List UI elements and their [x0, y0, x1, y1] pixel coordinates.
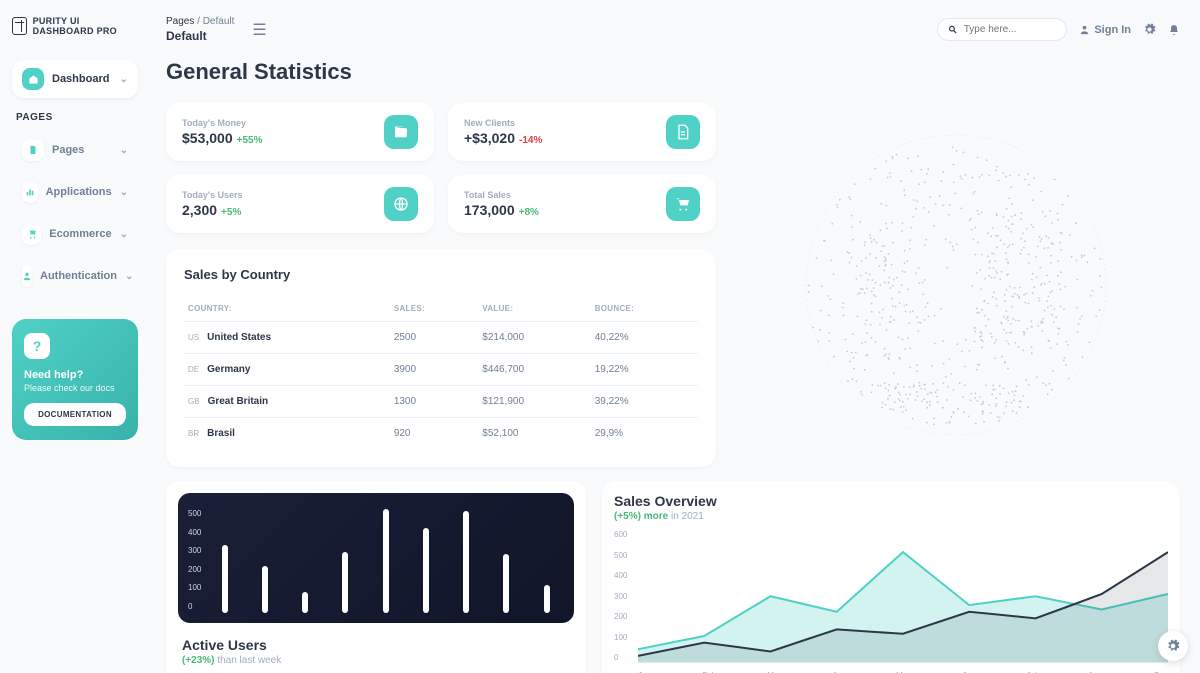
stat-card: Total Sales 173,000 +8%: [448, 175, 716, 233]
chart-icon: [22, 181, 38, 203]
stat-delta: +5%: [221, 207, 241, 218]
chart-bar: [544, 585, 550, 613]
document-icon: [22, 139, 44, 161]
chart-bar: [222, 545, 228, 613]
stat-delta: +8%: [519, 207, 539, 218]
brand-logo[interactable]: PURITY UI DASHBOARD PRO: [12, 16, 138, 36]
brand-name: PURITY UI DASHBOARD PRO: [33, 16, 138, 36]
cart-icon: [22, 223, 41, 245]
nav-pages-label: Pages: [52, 144, 84, 156]
table-header: SALES:: [390, 296, 478, 322]
sidebar-section-pages: PAGES: [16, 112, 138, 123]
stat-card: Today's Money $53,000 +55%: [166, 103, 434, 161]
chevron-down-icon: ⌄: [120, 74, 128, 85]
stat-card: Today's Users 2,300 +5%: [166, 175, 434, 233]
globe-icon: [384, 187, 418, 221]
stat-value: 173,000: [464, 202, 515, 218]
nav-authentication[interactable]: Authentication ⌄: [12, 257, 138, 295]
signin-label: Sign In: [1094, 24, 1131, 36]
settings-fab[interactable]: [1158, 631, 1188, 661]
main-content: Pages / Default Default ☰ Sign In: [150, 0, 1200, 673]
breadcrumb-root[interactable]: Pages: [166, 16, 194, 27]
stat-label: Today's Users: [182, 190, 243, 200]
chart-bar: [302, 592, 308, 613]
active-users-bar-chart: 5004003002001000: [178, 493, 574, 623]
home-icon: [22, 68, 44, 90]
stat-delta: +55%: [237, 135, 263, 146]
globe-icon: [796, 125, 1116, 445]
settings-icon[interactable]: [1143, 23, 1156, 36]
chevron-down-icon: ⌄: [120, 145, 128, 156]
stat-card: New Clients +$3,020 -14%: [448, 103, 716, 161]
stat-value: 2,300: [182, 202, 217, 218]
stat-label: Today's Money: [182, 118, 262, 128]
sales-overview-subtitle: (+5%) more in 2021: [614, 511, 1168, 522]
table-header: BOUNCE:: [591, 296, 698, 322]
nav-dashboard-label: Dashboard: [52, 73, 109, 85]
sales-overview-title: Sales Overview: [614, 493, 1168, 509]
globe-visualization: [732, 103, 1180, 467]
user-icon: [22, 265, 32, 287]
active-users-card: 5004003002001000 Active Users (+23%) tha…: [166, 481, 586, 673]
chevron-down-icon: ⌄: [125, 271, 133, 282]
search-icon: [948, 24, 957, 35]
wallet-icon: [384, 115, 418, 149]
breadcrumb: Pages / Default: [166, 16, 234, 27]
chevron-down-icon: ⌄: [120, 187, 128, 198]
stats-grid: Today's Money $53,000 +55% New Clients +$…: [166, 103, 716, 233]
nav-authentication-label: Authentication: [40, 270, 117, 282]
user-icon: [1079, 24, 1090, 35]
signin-link[interactable]: Sign In: [1079, 24, 1131, 36]
documentation-button[interactable]: DOCUMENTATION: [24, 403, 126, 426]
stat-value: +$3,020: [464, 130, 515, 146]
nav-ecommerce[interactable]: Ecommerce ⌄: [12, 215, 138, 253]
breadcrumb-title: Default: [166, 29, 234, 43]
chart-bar: [423, 528, 429, 613]
sidebar: PURITY UI DASHBOARD PRO Dashboard ⌄ PAGE…: [0, 0, 150, 673]
question-icon: ?: [24, 333, 50, 359]
gear-icon: [1166, 639, 1180, 653]
nav-dashboard[interactable]: Dashboard ⌄: [12, 60, 138, 98]
menu-icon[interactable]: ☰: [252, 20, 266, 40]
table-row: USUnited States 2500$214,00040,22%: [184, 322, 698, 354]
table-header: COUNTRY:: [184, 296, 390, 322]
table-header: VALUE:: [478, 296, 590, 322]
stat-value: $53,000: [182, 130, 233, 146]
search-input[interactable]: [964, 24, 1057, 35]
sales-overview-card: Sales Overview (+5%) more in 2021 600500…: [602, 481, 1180, 673]
nav-pages[interactable]: Pages ⌄: [12, 131, 138, 169]
chart-bar: [383, 509, 389, 613]
sales-by-country-title: Sales by Country: [184, 267, 698, 282]
chart-bar: [463, 511, 469, 613]
active-users-title: Active Users: [182, 637, 574, 653]
logo-icon: [12, 17, 27, 35]
stat-label: Total Sales: [464, 190, 539, 200]
nav-ecommerce-label: Ecommerce: [49, 228, 111, 240]
search-box[interactable]: [937, 18, 1067, 41]
sales-by-country-card: Sales by Country COUNTRY:SALES:VALUE:BOU…: [166, 249, 716, 467]
nav-applications-label: Applications: [46, 186, 112, 198]
table-row: GBGreat Britain 1300$121,90039,22%: [184, 386, 698, 418]
help-card: ? Need help? Please check our docs DOCUM…: [12, 319, 138, 440]
country-table: COUNTRY:SALES:VALUE:BOUNCE: USUnited Sta…: [184, 296, 698, 449]
bell-icon[interactable]: [1168, 24, 1180, 36]
help-title: Need help?: [24, 369, 126, 381]
chart-bar: [503, 554, 509, 613]
chart-bar: [342, 552, 348, 613]
nav-applications[interactable]: Applications ⌄: [12, 173, 138, 211]
active-users-subtitle: (+23%) than last week: [182, 655, 574, 666]
topbar: Pages / Default Default ☰ Sign In: [166, 16, 1180, 43]
page-title: General Statistics: [166, 59, 1180, 85]
table-row: DEGermany 3900$446,70019,22%: [184, 354, 698, 386]
chart-bar: [262, 566, 268, 613]
stat-label: New Clients: [464, 118, 542, 128]
breadcrumb-current: Default: [203, 16, 235, 27]
document-icon: [666, 115, 700, 149]
sales-overview-area-chart: 6005004003002001000 JanFebMarAprMayJunJu…: [614, 530, 1168, 673]
chevron-down-icon: ⌄: [120, 229, 128, 240]
stat-delta: -14%: [519, 135, 542, 146]
help-subtitle: Please check our docs: [24, 383, 126, 393]
table-row: BRBrasil 920$52,10029,9%: [184, 418, 698, 450]
cart-icon: [666, 187, 700, 221]
